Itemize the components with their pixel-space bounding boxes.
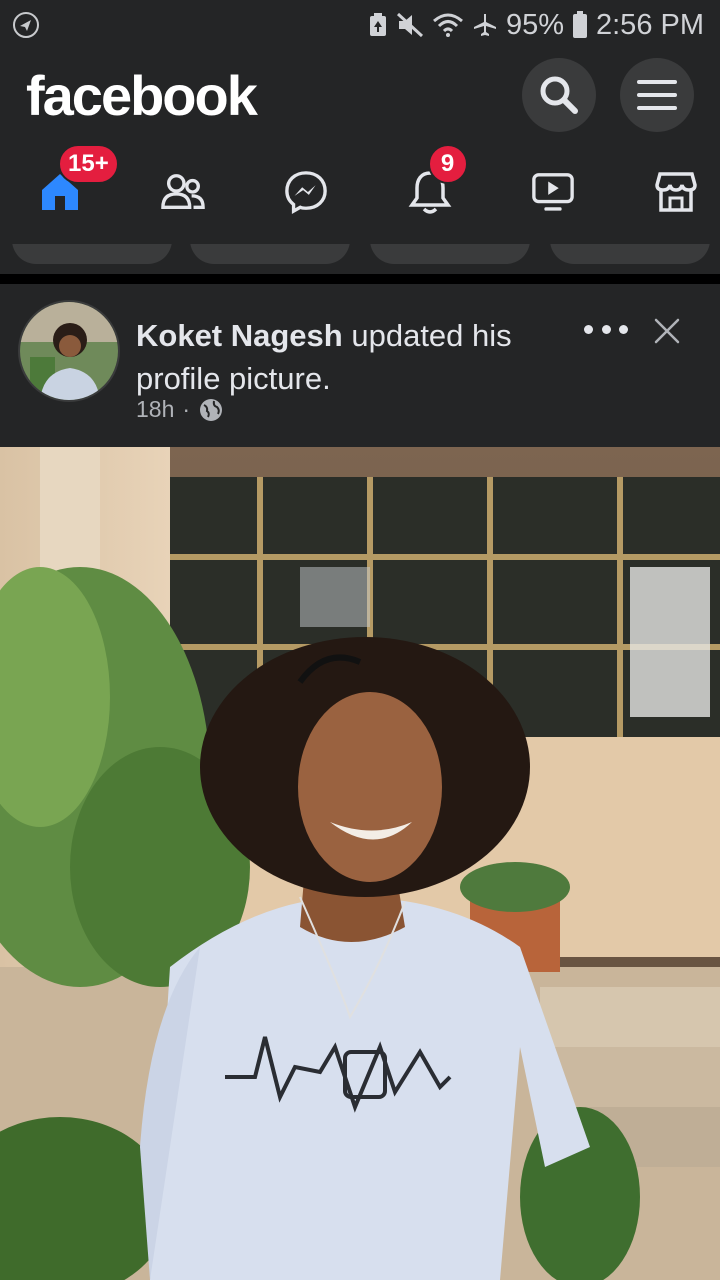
story-card[interactable] (550, 244, 710, 264)
more-dot (584, 324, 593, 334)
battery-percent: 95% (505, 8, 564, 41)
video-icon (531, 173, 574, 211)
stories-strip[interactable] (0, 244, 720, 274)
author-name[interactable]: Koket Nagesh (136, 318, 343, 353)
tab-home[interactable]: 15+ (38, 144, 119, 214)
battery-icon (573, 11, 587, 38)
status-bar: 95% 2:56 PM (0, 0, 720, 50)
close-icon[interactable] (652, 316, 682, 346)
airplane-mode-icon (473, 14, 496, 36)
story-card[interactable] (370, 244, 530, 264)
story-card[interactable] (190, 244, 350, 264)
tab-watch[interactable] (531, 170, 575, 214)
app-bar: facebook (0, 50, 720, 140)
clock: 2:56 PM (596, 8, 704, 41)
mute-icon (396, 12, 423, 38)
feed-divider (0, 274, 720, 284)
notifications-badge: 9 (427, 144, 468, 184)
post-header: Koket Nagesh updated his profile picture… (0, 284, 720, 447)
post-title: Koket Nagesh updated his profile picture… (136, 314, 566, 400)
post-more-options-button[interactable] (584, 314, 628, 344)
author-avatar[interactable] (18, 300, 120, 402)
hamburger-menu-icon (637, 80, 677, 110)
tab-notifications[interactable]: 9 (408, 144, 468, 214)
home-notification-badge: 15+ (58, 144, 119, 184)
data-saver-icon (369, 13, 386, 36)
post-photo[interactable] (0, 447, 720, 1280)
facebook-logo[interactable]: facebook (26, 63, 258, 128)
post-meta: 18h · (136, 396, 224, 423)
marketplace-icon (655, 172, 697, 212)
story-card[interactable] (12, 244, 172, 264)
app-notification-icon (13, 12, 39, 38)
tab-messenger[interactable] (284, 170, 328, 215)
menu-button[interactable] (620, 58, 694, 132)
tab-friends[interactable] (161, 170, 205, 214)
globe-icon (200, 398, 223, 421)
more-dot (619, 324, 628, 334)
search-button[interactable] (522, 58, 596, 132)
meta-separator: · (182, 396, 191, 422)
tab-marketplace[interactable] (654, 170, 698, 214)
messenger-icon (285, 171, 328, 215)
post-time[interactable]: 18h (136, 396, 174, 423)
tab-bar: 15+ 9 (0, 140, 720, 244)
wifi-icon (432, 13, 463, 37)
friends-icon (161, 174, 205, 209)
search-icon (540, 76, 578, 114)
more-dot (601, 324, 611, 334)
